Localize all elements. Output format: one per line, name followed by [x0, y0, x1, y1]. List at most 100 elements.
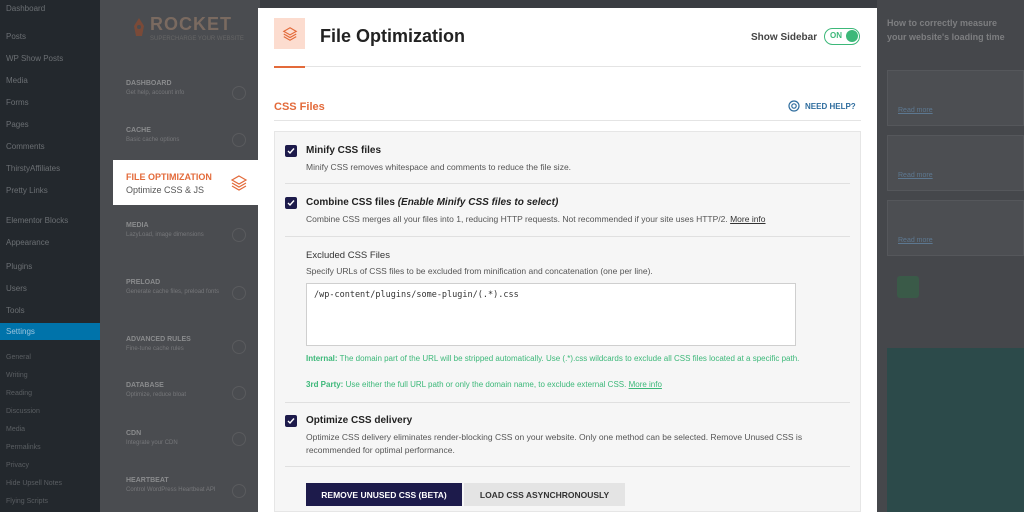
wp-menu-item[interactable]: Comments: [6, 142, 45, 151]
internal-note-label: Internal:: [306, 354, 338, 363]
nav-item-title: CACHE: [126, 127, 151, 134]
wp-submenu-item[interactable]: Flying Scripts: [6, 498, 48, 505]
optimize-css-delivery-description: Optimize CSS delivery eliminates render-…: [306, 432, 803, 455]
minify-css-checkbox[interactable]: [285, 145, 297, 157]
remove-unused-css-button[interactable]: REMOVE UNUSED CSS (BETA): [306, 483, 462, 506]
header-accent-line: [274, 66, 305, 68]
combine-css-title: Combine CSS files (Enable Minify CSS fil…: [306, 197, 558, 208]
heartbeat-icon: [232, 484, 246, 498]
excluded-more-info-link[interactable]: More info: [629, 380, 662, 389]
layers-icon: [282, 26, 297, 41]
header-divider: [274, 66, 861, 67]
wp-menu-item[interactable]: Pages: [6, 120, 29, 129]
help-card[interactable]: Read more: [887, 200, 1024, 256]
section-icon: [274, 18, 305, 49]
wp-submenu-item[interactable]: Media: [6, 426, 25, 433]
wp-submenu-item[interactable]: Discussion: [6, 408, 40, 415]
combine-css-description: Combine CSS merges all your files into 1…: [306, 213, 766, 226]
combine-css-checkbox[interactable]: [285, 197, 297, 209]
show-sidebar-toggle[interactable]: ON: [824, 28, 860, 45]
wp-menu-item[interactable]: Forms: [6, 98, 29, 107]
checkmark-icon: [287, 148, 295, 155]
excluded-css-internal-note: Internal: The domain part of the URL wil…: [306, 352, 806, 365]
need-help-link[interactable]: NEED HELP?: [788, 100, 856, 112]
nav-item-title: ADVANCED RULES: [126, 336, 191, 343]
wp-menu-item[interactable]: Dashboard: [6, 4, 45, 13]
wp-menu-item[interactable]: WP Show Posts: [6, 54, 63, 63]
help-card[interactable]: Read more: [887, 135, 1024, 191]
nav-item-subtitle: Fine-tune cache rules: [126, 346, 184, 352]
excluded-css-description: Specify URLs of CSS files to be excluded…: [306, 266, 653, 276]
combine-css-title-note: (Enable Minify CSS files to select): [397, 197, 559, 208]
option-divider: [285, 402, 850, 403]
wp-menu-item[interactable]: Appearance: [6, 238, 49, 247]
option-divider: [285, 183, 850, 184]
nav-item-dashboard[interactable]: DASHBOARD Get help, account info: [126, 80, 184, 96]
wp-menu-item-settings[interactable]: Settings: [0, 323, 100, 340]
nav-item-file-optimization[interactable]: FILE OPTIMIZATION Optimize CSS & JS: [113, 160, 258, 205]
settings-card: File Optimization Show Sidebar ON CSS Fi…: [258, 8, 877, 512]
wp-submenu-item[interactable]: General: [6, 354, 31, 361]
nav-item-subtitle: Integrate your CDN: [126, 440, 178, 446]
wp-submenu-item[interactable]: Privacy: [6, 462, 29, 469]
checkmark-icon: [287, 418, 295, 425]
checkmark-icon: [287, 200, 295, 207]
wp-menu-item[interactable]: Pretty Links: [6, 186, 48, 195]
nav-item-advanced-rules[interactable]: ADVANCED RULES Fine-tune cache rules: [126, 336, 191, 352]
combine-css-description-text: Combine CSS merges all your files into 1…: [306, 214, 728, 224]
database-icon: [232, 386, 246, 400]
read-more-link[interactable]: Read more: [898, 237, 933, 244]
nav-item-title: DASHBOARD: [126, 80, 172, 87]
wp-menu-item[interactable]: ThirstyAffiliates: [6, 164, 60, 173]
read-more-link[interactable]: Read more: [898, 172, 933, 179]
cache-icon: [232, 133, 246, 147]
advanced-rules-icon: [232, 340, 246, 354]
excluded-css-textarea[interactable]: /wp-content/plugins/some-plugin/(.*).css: [306, 283, 796, 346]
wp-submenu-item[interactable]: Writing: [6, 372, 28, 379]
nav-item-database[interactable]: DATABASE Optimize, reduce bloat: [126, 382, 186, 398]
wp-menu-item[interactable]: Plugins: [6, 262, 32, 271]
wp-menu-item[interactable]: Elementor Blocks: [6, 216, 68, 225]
wp-menu-item[interactable]: Users: [6, 284, 27, 293]
nav-item-subtitle: Generate cache files, preload fonts: [126, 289, 220, 295]
nav-item-cache[interactable]: CACHE Basic cache options: [126, 127, 179, 143]
option-divider: [285, 466, 850, 467]
read-more-link[interactable]: Read more: [898, 107, 933, 114]
rocket-logo-text: ROCKET: [150, 14, 232, 34]
combine-more-info-link[interactable]: More info: [730, 214, 765, 224]
wp-submenu-item[interactable]: Permalinks: [6, 444, 41, 451]
wp-admin-sidebar: Dashboard Posts WP Show Posts Media Form…: [0, 0, 100, 512]
optimize-css-delivery-title: Optimize CSS delivery: [306, 415, 413, 426]
notice-icon: [897, 276, 919, 298]
excluded-css-title: Excluded CSS Files: [306, 250, 390, 261]
nav-item-media[interactable]: MEDIA LazyLoad, image dimensions: [126, 222, 204, 238]
wp-submenu-item[interactable]: Reading: [6, 390, 32, 397]
nav-item-heartbeat[interactable]: HEARTBEAT Control WordPress Heartbeat AP…: [126, 477, 216, 493]
promo-card: [887, 348, 1024, 512]
rocket-logo-icon: [134, 18, 144, 36]
nav-item-title: PRELOAD: [126, 279, 161, 286]
internal-note-text: The domain part of the URL will be strip…: [339, 354, 800, 363]
option-divider: [285, 236, 850, 237]
load-css-async-button[interactable]: LOAD CSS ASYNCHRONOUSLY: [464, 483, 625, 506]
wp-menu-item[interactable]: Posts: [6, 32, 26, 41]
optimize-css-delivery-checkbox[interactable]: [285, 415, 297, 427]
help-card[interactable]: Read more: [887, 70, 1024, 126]
nav-item-subtitle: LazyLoad, image dimensions: [126, 232, 204, 238]
nav-item-cdn[interactable]: CDN Integrate your CDN: [126, 430, 178, 446]
page-title: File Optimization: [320, 26, 466, 46]
toggle-state-label: ON: [830, 31, 842, 40]
wp-submenu-item[interactable]: Hide Upsell Notes: [6, 480, 62, 487]
wp-menu-item[interactable]: Media: [6, 76, 28, 85]
nav-item-subtitle: Get help, account info: [126, 90, 185, 96]
need-help-label: NEED HELP?: [805, 101, 856, 111]
wp-menu-item[interactable]: Tools: [6, 306, 25, 315]
third-party-note-label: 3rd Party:: [306, 380, 344, 389]
minify-css-title: Minify CSS files: [306, 145, 382, 156]
toggle-knob: [846, 30, 858, 42]
nav-item-preload[interactable]: PRELOAD Generate cache files, preload fo…: [126, 279, 219, 295]
rocket-logo-tagline: SUPERCHARGE YOUR WEBSITE: [150, 36, 244, 42]
cdn-icon: [232, 432, 246, 446]
nav-item-subtitle: Optimize, reduce bloat: [126, 392, 187, 398]
lifebuoy-icon: [788, 100, 800, 112]
